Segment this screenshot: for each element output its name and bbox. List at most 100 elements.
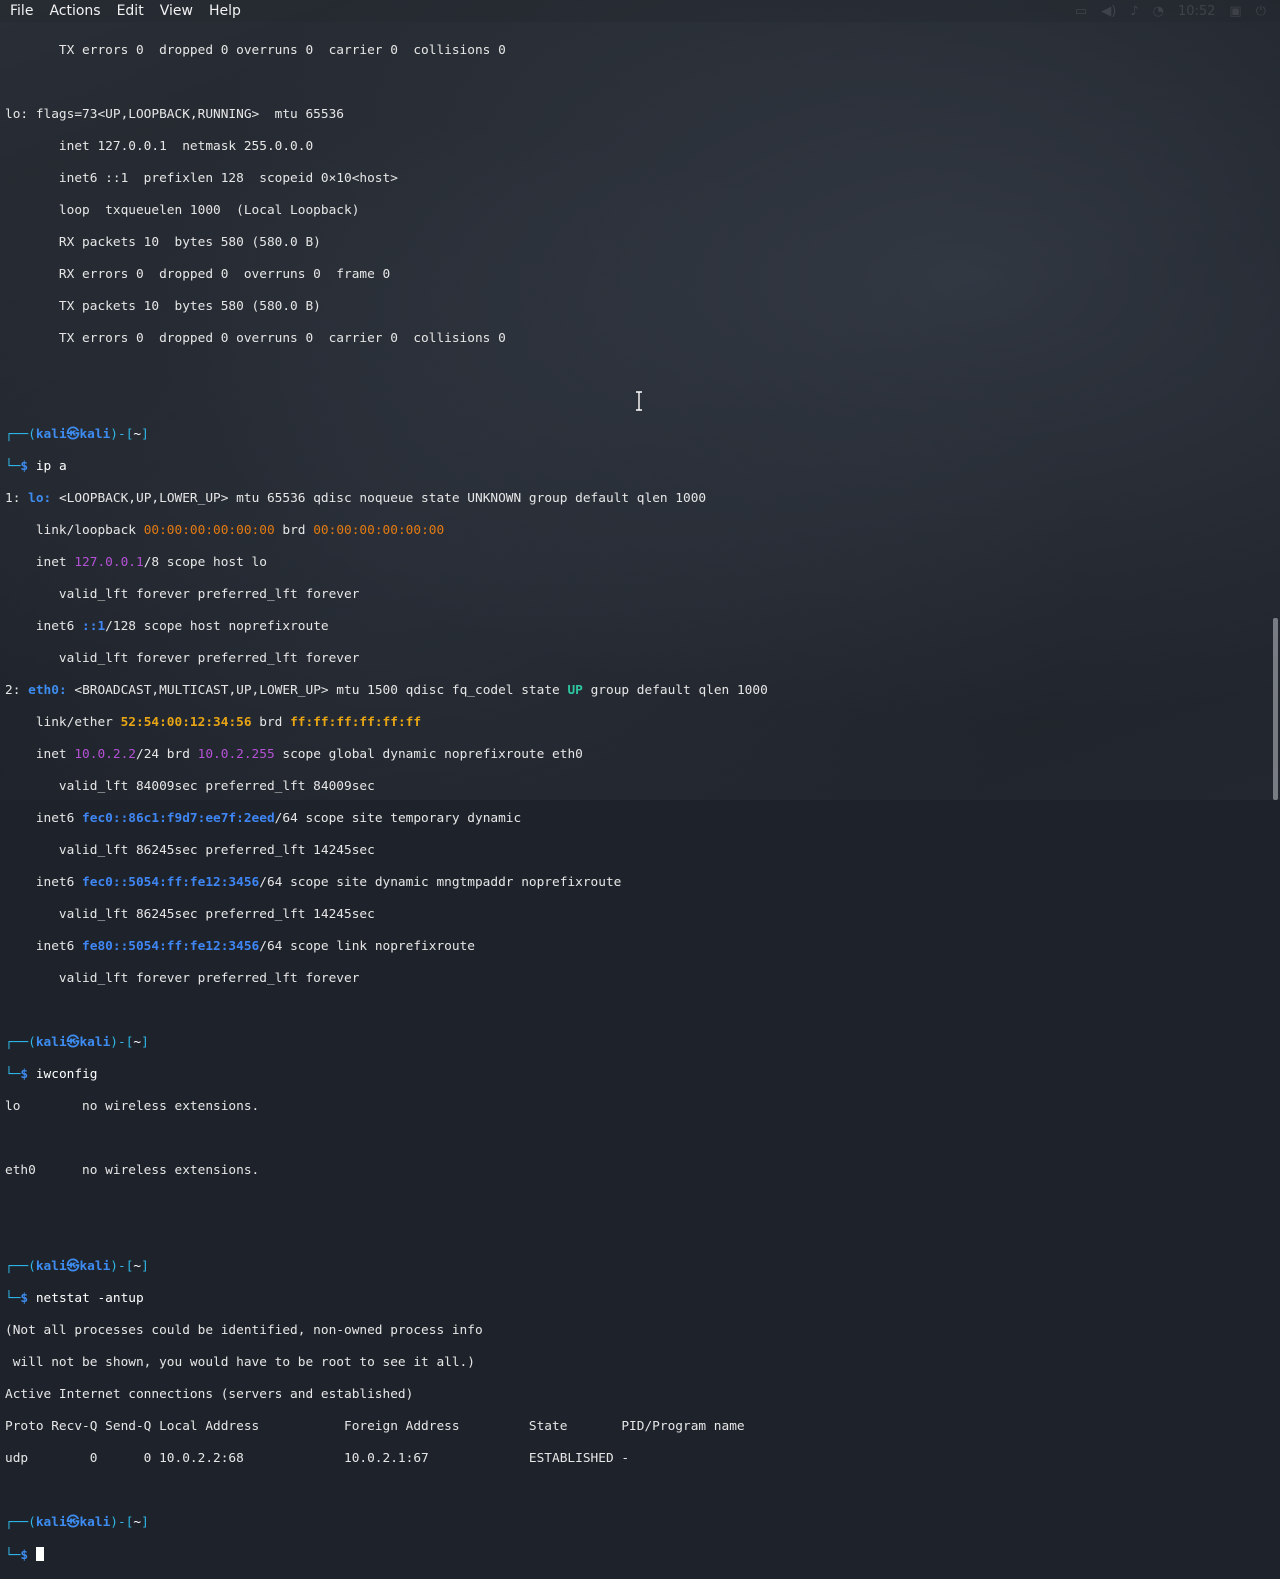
prompt-host: kali: [79, 427, 111, 442]
prompt-bracket: ]: [141, 1515, 149, 1530]
text: /128 scope host noprefixroute: [105, 619, 329, 634]
output-line: TX packets 10 bytes 580 (580.0 B): [5, 299, 321, 314]
text: <LOOPBACK,UP,LOWER_UP> mtu 65536 qdisc n…: [51, 491, 707, 506]
prompt-bracket: )-[: [110, 1035, 134, 1050]
menu-file[interactable]: File: [0, 0, 41, 22]
text: /64 scope link noprefixroute: [259, 939, 475, 954]
menu-actions[interactable]: Actions: [41, 0, 108, 22]
prompt-bracket: ]: [141, 1259, 149, 1274]
text: scope global dynamic noprefixroute eth0: [274, 747, 583, 762]
ipv6-address: fe80::5054:ff:fe12:3456: [82, 939, 260, 954]
output-line: 1: lo: <LOOPBACK,UP,LOWER_UP> mtu 65536 …: [5, 491, 1267, 507]
text: inet6: [5, 811, 83, 826]
output-line: loop txqueuelen 1000 (Local Loopback): [5, 203, 360, 218]
text: <BROADCAST,MULTICAST,UP,LOWER_UP> mtu 15…: [66, 683, 568, 698]
prompt-user: kali: [35, 427, 67, 442]
text: /64 scope site dynamic mngtmpaddr nopref…: [259, 875, 622, 890]
prompt-corner: └─: [5, 1548, 21, 1563]
text: inet6: [5, 875, 83, 890]
output-line: TX errors 0 dropped 0 overruns 0 carrier…: [5, 331, 506, 346]
text: inet: [5, 747, 75, 762]
prompt-dollar: $: [20, 1548, 36, 1563]
ibeam-cursor-icon: [636, 391, 642, 411]
text: inet: [5, 555, 75, 570]
prompt-path: ~: [133, 1035, 142, 1050]
prompt-bracket: ]: [141, 427, 149, 442]
prompt-host: kali: [79, 1035, 111, 1050]
prompt-bottom: └─$ ip a: [5, 459, 1267, 475]
output-line: Active Internet connections (servers and…: [5, 1387, 414, 1402]
text: inet6: [5, 939, 83, 954]
prompt-top: ┌──(kali㉿kali)-[~]: [5, 1259, 1267, 1275]
output-line: inet 10.0.2.2/24 brd 10.0.2.255 scope gl…: [5, 747, 1267, 763]
output-line: link/loopback 00:00:00:00:00:00 brd 00:0…: [5, 523, 1267, 539]
output-line: inet6 ::1/128 scope host noprefixroute: [5, 619, 1267, 635]
output-line: valid_lft 86245sec preferred_lft 14245se…: [5, 843, 375, 858]
prompt-bracket: )-[: [110, 1515, 134, 1530]
command-text: iwconfig: [35, 1067, 98, 1082]
prompt-corner: └─: [5, 1291, 21, 1306]
mac-address: 52:54:00:12:34:56: [120, 715, 252, 730]
prompt-at: ㉿: [66, 1035, 80, 1050]
output-line: RX errors 0 dropped 0 overruns 0 frame 0: [5, 267, 391, 282]
output-line: valid_lft forever preferred_lft forever: [5, 587, 360, 602]
prompt-bottom: └─$: [5, 1547, 1267, 1563]
terminal-scrollbar[interactable]: [1273, 618, 1278, 800]
menu-edit[interactable]: Edit: [109, 0, 152, 22]
prompt-dollar: $: [20, 1291, 36, 1306]
output-line: inet6 ::1 prefixlen 128 scopeid 0×10<hos…: [5, 171, 398, 186]
terminal-output[interactable]: TX errors 0 dropped 0 overruns 0 carrier…: [5, 27, 1267, 1563]
text: brd: [274, 523, 314, 538]
ip-address: 10.0.2.255: [197, 747, 275, 762]
mac-address: 00:00:00:00:00:00: [313, 523, 445, 538]
text: /8 scope host lo: [143, 555, 267, 570]
command-text: ip a: [35, 459, 67, 474]
text: group default qlen 1000: [582, 683, 768, 698]
table-header: Proto Recv-Q Send-Q Local Address Foreig…: [5, 1419, 745, 1434]
output-line: inet6 fec0::5054:ff:fe12:3456/64 scope s…: [5, 875, 1267, 891]
interface-name: eth0:: [28, 683, 67, 698]
text: inet6: [5, 619, 83, 634]
output-line: valid_lft forever preferred_lft forever: [5, 651, 360, 666]
prompt-top: ┌──(kali㉿kali)-[~]: [5, 1515, 1267, 1531]
prompt-bottom: └─$ netstat -antup: [5, 1291, 1267, 1307]
prompt-host: kali: [79, 1515, 111, 1530]
prompt-path: ~: [133, 1259, 142, 1274]
output-line: valid_lft 86245sec preferred_lft 14245se…: [5, 907, 375, 922]
ip-address: 127.0.0.1: [74, 555, 144, 570]
output-line: lo: flags=73<UP,LOOPBACK,RUNNING> mtu 65…: [5, 107, 344, 122]
output-line: eth0 no wireless extensions.: [5, 1163, 260, 1178]
prompt-bottom: └─$ iwconfig: [5, 1067, 1267, 1083]
ip-address: 10.0.2.2: [74, 747, 136, 762]
menu-help[interactable]: Help: [201, 0, 249, 22]
prompt-corner: └─: [5, 1067, 21, 1082]
prompt-at: ㉿: [66, 427, 80, 442]
output-line: valid_lft 84009sec preferred_lft 84009se…: [5, 779, 375, 794]
text: /24 brd: [135, 747, 198, 762]
prompt-bracket: )-[: [110, 427, 134, 442]
output-line: will not be shown, you would have to be …: [5, 1355, 475, 1370]
link-state: UP: [567, 683, 583, 698]
text: 2:: [5, 683, 29, 698]
text: link/ether: [5, 715, 121, 730]
prompt-user: kali: [35, 1515, 67, 1530]
output-line: link/ether 52:54:00:12:34:56 brd ff:ff:f…: [5, 715, 1267, 731]
output-line: inet 127.0.0.1 netmask 255.0.0.0: [5, 139, 314, 154]
ipv6-address: fec0::5054:ff:fe12:3456: [82, 875, 260, 890]
prompt-top: ┌──(kali㉿kali)-[~]: [5, 427, 1267, 443]
output-line: lo no wireless extensions.: [5, 1099, 260, 1114]
output-line: (Not all processes could be identified, …: [5, 1323, 483, 1338]
prompt-path: ~: [133, 427, 142, 442]
table-row: udp 0 0 10.0.2.2:68 10.0.2.1:67 ESTABLIS…: [5, 1451, 630, 1466]
prompt-bracket: ┌──(: [5, 1259, 36, 1274]
interface-name: lo:: [28, 491, 52, 506]
mac-address: ff:ff:ff:ff:ff:ff: [290, 715, 422, 730]
prompt-host: kali: [79, 1259, 111, 1274]
menu-view[interactable]: View: [152, 0, 201, 22]
text: link/loopback: [5, 523, 144, 538]
prompt-top: ┌──(kali㉿kali)-[~]: [5, 1035, 1267, 1051]
